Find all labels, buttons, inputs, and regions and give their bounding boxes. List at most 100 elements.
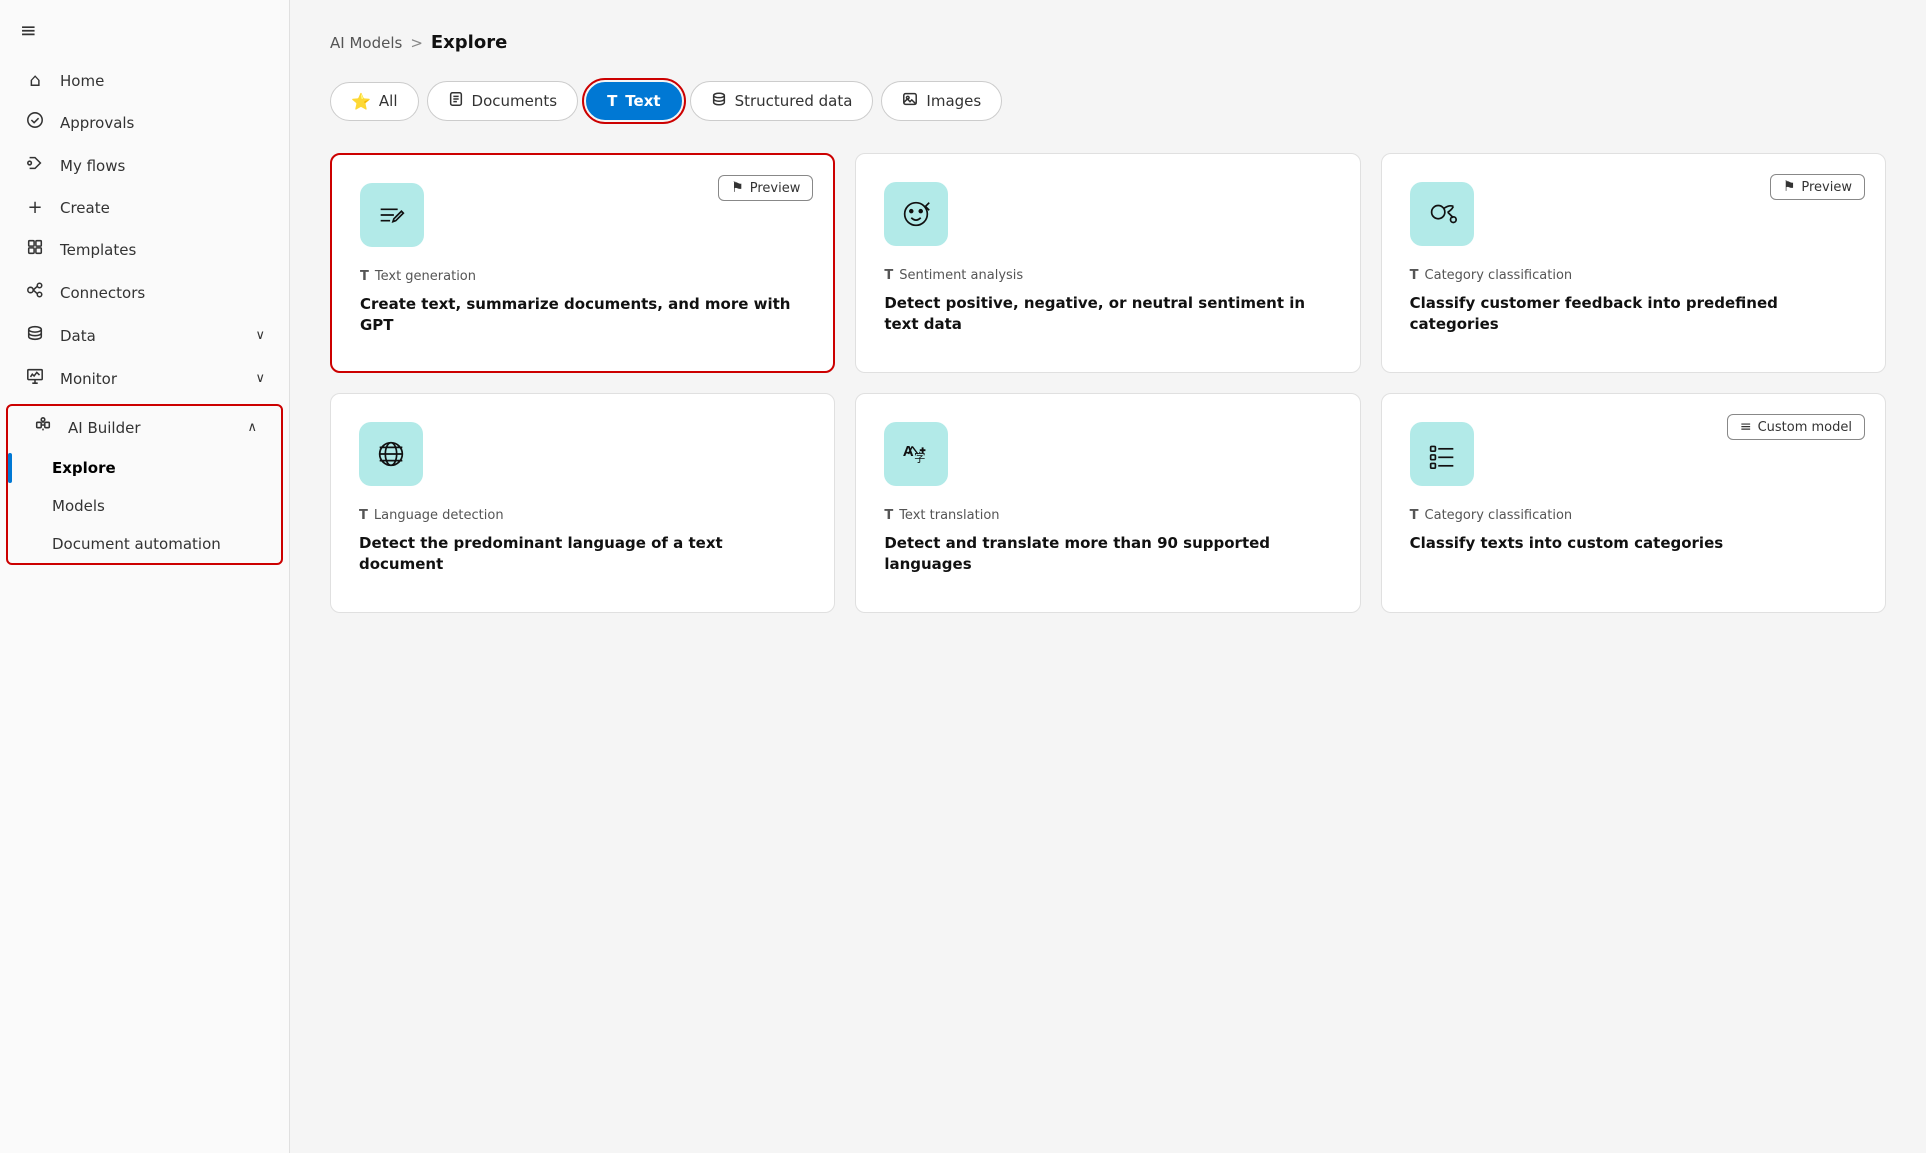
images-tab-icon [902,91,918,111]
text-type-icon: T [884,268,893,283]
tab-documents[interactable]: Documents [427,81,579,121]
sidebar-sub-label: Document automation [52,535,221,553]
preview-badge[interactable]: ⚑ Preview [1770,174,1865,200]
text-type-icon: T [359,508,368,523]
ai-builder-section: AI Builder ∧ Explore Models Document aut… [6,404,283,565]
hamburger-icon[interactable]: ≡ [20,18,37,42]
card-title: Detect and translate more than 90 suppor… [884,533,1331,575]
breadcrumb-separator: > [410,34,423,52]
data-chevron-icon: ∨ [255,328,265,343]
tab-all[interactable]: ⭐ All [330,82,419,121]
sidebar-item-connectors[interactable]: Connectors [0,271,289,314]
sidebar-item-approvals[interactable]: Approvals [0,101,289,144]
card-type: T Language detection [359,508,806,523]
card-type: T Category classification [1410,268,1857,283]
monitor-chevron-icon: ∨ [255,371,265,386]
card-title: Classify texts into custom categories [1410,533,1857,554]
custom-model-badge-icon: ≡ [1740,419,1752,435]
text-type-icon: T [360,269,369,284]
sidebar-item-data[interactable]: Data ∨ [0,314,289,357]
sidebar: ≡ ⌂ Home Approvals My flows [0,0,290,1153]
card-type: T Sentiment analysis [884,268,1331,283]
breadcrumb: AI Models > Explore [330,32,1886,53]
ai-builder-icon [32,416,54,439]
templates-icon [24,238,46,261]
breadcrumb-parent[interactable]: AI Models [330,34,402,52]
preview-badge[interactable]: ⚑ Preview [718,175,813,201]
monitor-icon [24,367,46,390]
home-icon: ⌂ [24,70,46,91]
card-category-classification[interactable]: ⚑ Preview T Category classification Clas… [1381,153,1886,373]
card-icon-wrap [1410,182,1474,246]
sidebar-item-label: Approvals [60,114,134,132]
sidebar-item-label: Monitor [60,370,117,388]
sidebar-item-label: Create [60,199,110,217]
sidebar-item-label: Data [60,327,96,345]
tab-structured-data[interactable]: Structured data [690,81,874,121]
svg-text:A: A [903,443,914,460]
card-text-generation[interactable]: ⚑ Preview T Text generation Create text,… [330,153,835,373]
card-title: Create text, summarize documents, and mo… [360,294,805,336]
card-type-label: Text translation [899,508,999,523]
cards-grid: ⚑ Preview T Text generation Create text,… [330,153,1886,613]
text-tab-icon: T [607,92,617,110]
sidebar-item-ai-builder[interactable]: AI Builder ∧ [8,406,281,449]
card-title: Detect positive, negative, or neutral se… [884,293,1331,335]
tabs-bar: ⭐ All Documents T Text [330,81,1886,121]
sidebar-item-document-automation[interactable]: Document automation [8,525,281,563]
sidebar-item-home[interactable]: ⌂ Home [0,60,289,101]
ai-builder-chevron-icon: ∧ [247,420,257,435]
card-icon-wrap [1410,422,1474,486]
card-title: Detect the predominant language of a tex… [359,533,806,575]
card-title: Classify customer feedback into predefin… [1410,293,1857,335]
sidebar-navigation: ⌂ Home Approvals My flows + C [0,52,289,575]
preview-badge-label: Preview [750,181,801,196]
card-icon-wrap [360,183,424,247]
card-icon-wrap [359,422,423,486]
sidebar-item-templates[interactable]: Templates [0,228,289,271]
custom-model-badge[interactable]: ≡ Custom model [1727,414,1865,440]
preview-badge-label: Preview [1801,180,1852,195]
card-icon-wrap: A 字 [884,422,948,486]
card-custom-category[interactable]: ≡ Custom model T Category classification… [1381,393,1886,613]
flows-icon [24,154,46,177]
sidebar-item-label: Templates [60,241,136,259]
card-text-translation[interactable]: A 字 T Text translation Detect and transl… [855,393,1360,613]
card-language-detection[interactable]: T Language detection Detect the predomin… [330,393,835,613]
main-content: AI Models > Explore ⭐ All Documents T [290,0,1926,1153]
preview-badge-icon: ⚑ [731,180,744,196]
sidebar-item-models[interactable]: Models [8,487,281,525]
sidebar-sub-label: Models [52,497,105,515]
card-type-label: Sentiment analysis [899,268,1023,283]
card-type: T Text translation [884,508,1331,523]
card-type-label: Category classification [1425,508,1573,523]
sidebar-header: ≡ [0,0,289,52]
text-type-icon: T [1410,508,1419,523]
connectors-icon [24,281,46,304]
card-icon-wrap [884,182,948,246]
tab-images[interactable]: Images [881,81,1002,121]
text-type-icon: T [884,508,893,523]
sidebar-item-monitor[interactable]: Monitor ∨ [0,357,289,400]
approvals-icon [24,111,46,134]
custom-model-badge-label: Custom model [1758,420,1852,435]
breadcrumb-current: Explore [431,32,507,53]
documents-tab-icon [448,91,464,111]
card-type: T Category classification [1410,508,1857,523]
sidebar-item-label: AI Builder [68,419,141,437]
card-sentiment-analysis[interactable]: T Sentiment analysis Detect positive, ne… [855,153,1360,373]
card-type: T Text generation [360,269,805,284]
card-type-label: Category classification [1425,268,1573,283]
text-type-icon: T [1410,268,1419,283]
svg-text:字: 字 [914,451,925,465]
structured-data-tab-icon [711,91,727,111]
card-type-label: Text generation [375,269,476,284]
card-type-label: Language detection [374,508,504,523]
sidebar-item-explore[interactable]: Explore [8,449,281,487]
sidebar-item-myflows[interactable]: My flows [0,144,289,187]
data-icon [24,324,46,347]
sidebar-item-create[interactable]: + Create [0,187,289,228]
create-icon: + [24,197,46,218]
tab-text[interactable]: T Text [586,82,682,120]
preview-badge-icon: ⚑ [1783,179,1796,195]
